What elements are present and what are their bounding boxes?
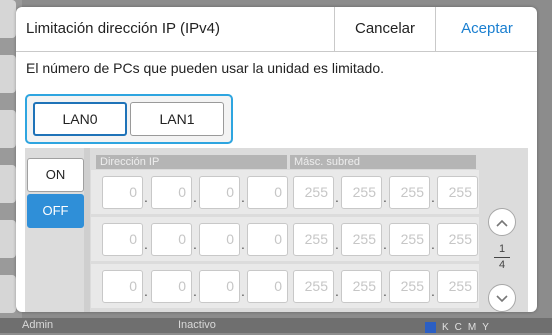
mask-octet-field[interactable]: 255 <box>293 223 334 256</box>
mask-octet-field[interactable]: 255 <box>293 176 334 209</box>
scroll-down-button[interactable] <box>488 284 516 312</box>
dot-separator: . <box>335 283 339 299</box>
ip-octet-field[interactable]: 0 <box>199 270 240 303</box>
mask-octet-field[interactable]: 255 <box>437 270 478 303</box>
dot-separator: . <box>193 283 197 299</box>
dot-separator: . <box>241 283 245 299</box>
status-state: Inactivo <box>178 319 216 331</box>
page-indicator: 1 4 <box>488 243 516 272</box>
dot-separator: . <box>144 236 148 252</box>
tab-lan0[interactable]: LAN0 <box>33 102 127 136</box>
background-button <box>0 220 16 258</box>
page-total: 4 <box>498 259 506 271</box>
background-button <box>0 0 16 38</box>
dot-separator: . <box>431 189 435 205</box>
divider <box>84 148 90 312</box>
mask-column-header: Másc. subred <box>290 155 476 169</box>
ip-list-panel: ON OFF Dirección IP Másc. subred 0 . 0 .… <box>25 148 528 312</box>
dot-separator: . <box>193 236 197 252</box>
dot-separator: . <box>431 236 435 252</box>
accept-button[interactable]: Aceptar <box>435 7 537 51</box>
mask-octet-field[interactable]: 255 <box>389 223 430 256</box>
scroll-up-button[interactable] <box>488 208 516 236</box>
ip-octet-field[interactable]: 0 <box>247 223 288 256</box>
address-row: 0 . 0 . 0 . 0 255 . 255 . 255 . 255 <box>91 264 479 308</box>
mask-octet-field[interactable]: 255 <box>341 270 382 303</box>
background-button <box>0 55 16 93</box>
ip-octet-field[interactable]: 0 <box>151 223 192 256</box>
mask-octet-field[interactable]: 255 <box>341 176 382 209</box>
dot-separator: . <box>383 283 387 299</box>
dot-separator: . <box>144 283 148 299</box>
dot-separator: . <box>144 189 148 205</box>
dot-separator: . <box>335 189 339 205</box>
background-button <box>0 165 16 203</box>
ip-octet-field[interactable]: 0 <box>151 176 192 209</box>
dot-separator: . <box>383 189 387 205</box>
mask-octet-field[interactable]: 255 <box>437 223 478 256</box>
tab-lan1[interactable]: LAN1 <box>130 102 224 136</box>
dot-separator: . <box>241 236 245 252</box>
cancel-button[interactable]: Cancelar <box>334 7 435 51</box>
mask-octet-field[interactable]: 255 <box>341 223 382 256</box>
ip-column-header: Dirección IP <box>96 155 287 169</box>
ip-limit-dialog: Limitación dirección IP (IPv4) Cancelar … <box>16 7 537 312</box>
dialog-title: Limitación dirección IP (IPv4) <box>26 20 220 37</box>
dot-separator: . <box>431 283 435 299</box>
dot-separator: . <box>335 236 339 252</box>
address-row: 0 . 0 . 0 . 0 255 . 255 . 255 . 255 <box>91 217 479 261</box>
ip-octet-field[interactable]: 0 <box>151 270 192 303</box>
lan-tab-group: LAN0 LAN1 <box>25 94 233 144</box>
ip-octet-field[interactable]: 0 <box>102 176 143 209</box>
ip-octet-field[interactable]: 0 <box>102 223 143 256</box>
off-button[interactable]: OFF <box>27 194 84 228</box>
address-row: 0 . 0 . 0 . 0 255 . 255 . 255 . 255 <box>91 170 479 214</box>
ip-octet-field[interactable]: 0 <box>199 176 240 209</box>
dot-separator: . <box>241 189 245 205</box>
ip-octet-field[interactable]: 0 <box>199 223 240 256</box>
dot-separator: . <box>383 236 387 252</box>
background-button <box>0 110 16 148</box>
dialog-description: El número de PCs que pueden usar la unid… <box>26 60 384 76</box>
mask-octet-field[interactable]: 255 <box>437 176 478 209</box>
pager: 1 4 <box>480 148 528 312</box>
ink-swatch <box>425 322 436 333</box>
chevron-up-icon <box>496 219 508 227</box>
ip-octet-field[interactable]: 0 <box>247 270 288 303</box>
ip-octet-field[interactable]: 0 <box>247 176 288 209</box>
on-button[interactable]: ON <box>27 158 84 192</box>
page-current: 1 <box>498 243 506 255</box>
mask-octet-field[interactable]: 255 <box>293 270 334 303</box>
status-bar: Admin Inactivo K C M Y <box>0 318 552 333</box>
dialog-titlebar: Limitación dirección IP (IPv4) Cancelar … <box>16 7 537 52</box>
mask-octet-field[interactable]: 255 <box>389 176 430 209</box>
mask-octet-field[interactable]: 255 <box>389 270 430 303</box>
status-user: Admin <box>22 319 54 331</box>
ip-octet-field[interactable]: 0 <box>102 270 143 303</box>
address-grid: Dirección IP Másc. subred 0 . 0 . 0 . 0 … <box>91 148 479 312</box>
chevron-down-icon <box>496 295 508 302</box>
page-divider <box>494 257 510 258</box>
dot-separator: . <box>193 189 197 205</box>
background-button <box>0 275 16 313</box>
